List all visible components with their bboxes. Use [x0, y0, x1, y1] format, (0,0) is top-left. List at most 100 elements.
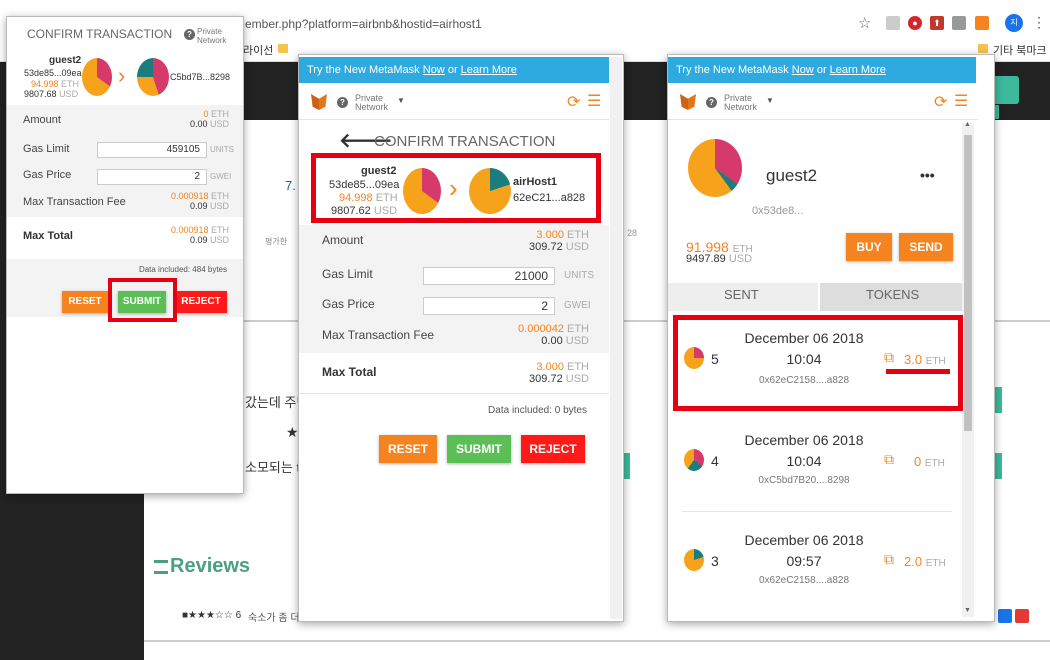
bookmark-other[interactable]: 기타 북마크	[993, 42, 1047, 58]
star-icon[interactable]: ☆	[858, 14, 871, 32]
chevron-down-icon[interactable]: ▼	[397, 96, 405, 105]
max-fee-usd: 0.09	[189, 200, 208, 211]
max-fee-label: Max Transaction Fee	[322, 328, 435, 342]
banner-now-link[interactable]: Now	[423, 64, 445, 76]
tx-address[interactable]: 0x62eC2158....a828	[724, 575, 884, 586]
banner-text: Try the New MetaMask	[307, 64, 420, 76]
menu-kebab-icon[interactable]: ⋮	[1032, 14, 1046, 31]
scroll-down-arrow[interactable]: ▼	[964, 607, 971, 614]
network-label[interactable]: Private Network	[724, 94, 764, 112]
unit: ETH	[567, 361, 589, 373]
data-included: Data included: 0 bytes	[488, 405, 587, 416]
reset-button[interactable]: RESET	[62, 291, 108, 313]
more-options-icon[interactable]: •••	[920, 167, 935, 183]
unit: USD	[565, 241, 589, 254]
tab-sent[interactable]: SENT	[668, 283, 818, 311]
highlight-box	[108, 278, 177, 322]
unit: USD	[728, 253, 753, 265]
gas-price-input[interactable]: 2	[423, 297, 555, 315]
max-total-value: 0.000918 ETH 0.09 USD	[170, 225, 229, 246]
confirm-title: CONFIRM TRANSACTION	[374, 133, 556, 150]
unit: USD	[565, 373, 589, 386]
tx-nonce: 3	[711, 553, 719, 569]
bookmark-folder-icon	[978, 44, 988, 53]
gas-limit-input[interactable]: 459105	[97, 142, 207, 158]
help-icon[interactable]: ?	[184, 29, 195, 40]
max-total-usd: 0.09	[189, 234, 208, 245]
reviews-title: Reviews	[170, 555, 251, 577]
edit-button[interactable]	[998, 609, 1012, 623]
max-fee-value: 0.000042 ETH 0.00 USD	[518, 323, 589, 347]
max-fee-label: Max Transaction Fee	[23, 196, 126, 208]
hamburger-menu-icon[interactable]: ☰	[954, 91, 968, 111]
gas-limit-input[interactable]: 21000	[423, 267, 555, 285]
unit: UNITS	[210, 145, 234, 154]
help-icon[interactable]: ?	[337, 97, 348, 108]
from-eth-value: 94.998	[31, 79, 59, 89]
chevron-down-icon[interactable]: ▼	[766, 96, 774, 105]
gas-price-input[interactable]: 2	[97, 169, 207, 185]
reject-button[interactable]: REJECT	[521, 435, 585, 463]
unit: USD	[209, 200, 229, 211]
review-line: 숙소가 좀 더	[248, 613, 300, 624]
extension-icon[interactable]	[886, 16, 900, 30]
buy-button[interactable]: BUY	[846, 233, 892, 261]
to-address: C5bd7B...8298	[170, 72, 231, 82]
address-bar[interactable]: ember.php?platform=airbnb&hostid=airhost…	[245, 17, 482, 31]
hamburger-menu-icon[interactable]: ☰	[587, 91, 601, 111]
tab-tokens[interactable]: TOKENS	[820, 283, 962, 311]
network-label[interactable]: Private Network	[197, 27, 231, 45]
tx-address[interactable]: 0xC5bd7B20....8298	[724, 475, 884, 486]
metamask-popup-confirm-2: Try the New MetaMask Now or Learn More ?…	[298, 54, 624, 622]
pdf-icon[interactable]: ⬆	[930, 16, 944, 30]
account-switch-icon[interactable]: ⟳	[934, 92, 947, 112]
scroll-up-arrow[interactable]: ▲	[964, 121, 971, 128]
submit-button[interactable]: SUBMIT	[447, 435, 511, 463]
drive-icon[interactable]	[952, 16, 966, 30]
metamask-fox-icon[interactable]	[975, 16, 989, 30]
bookmark-item[interactable]: 라이선	[243, 42, 273, 58]
from-eth: 94.998 ETH	[31, 79, 79, 89]
unit: ETH	[567, 229, 589, 241]
max-total-eth: 0.000918	[170, 225, 209, 235]
help-icon[interactable]: ?	[706, 97, 717, 108]
unit: GWEI	[564, 300, 591, 311]
tx-date: December 06 2018	[744, 532, 864, 548]
delete-button[interactable]	[1015, 609, 1029, 623]
scrollbar[interactable]	[610, 57, 622, 619]
review-meta: 28	[627, 228, 638, 238]
banner-now-link[interactable]: Now	[792, 64, 814, 76]
unit: ETH	[211, 191, 229, 201]
profile-avatar[interactable]: 지	[1005, 14, 1023, 32]
amount-eth: 0	[203, 109, 209, 119]
scrollbar-thumb[interactable]	[964, 135, 972, 431]
metamask-fox-icon	[311, 94, 327, 110]
account-switch-icon[interactable]: ⟳	[567, 92, 580, 112]
amount-usd: 0.00	[189, 118, 208, 129]
network-label[interactable]: Private Network	[355, 94, 395, 112]
copy-icon[interactable]: ⧉	[884, 551, 894, 568]
send-button[interactable]: SEND	[899, 233, 953, 261]
copy-icon[interactable]: ⧉	[884, 451, 894, 468]
tx-identicon	[684, 549, 704, 571]
side-button[interactable]	[994, 387, 1002, 413]
tx-date: December 06 2018	[744, 432, 864, 448]
banner-learn-more-link[interactable]: Learn More	[461, 64, 517, 76]
banner-or: or	[447, 64, 458, 76]
amount-label: Amount	[322, 233, 364, 247]
unit: ETH	[924, 458, 945, 469]
max-total-label: Max Total	[322, 365, 377, 379]
reset-button[interactable]: RESET	[379, 435, 437, 463]
banner-learn-more-link[interactable]: Learn More	[830, 64, 886, 76]
adblock-icon[interactable]: ●	[908, 16, 922, 30]
account-address[interactable]: 0x53de8...	[752, 205, 803, 217]
metamask-popup-account: Try the New MetaMask Now or Learn More ?…	[667, 54, 995, 622]
gas-price-label: Gas Price	[322, 297, 375, 311]
from-usd: 9807.68 USD	[24, 89, 78, 99]
gas-limit-label: Gas Limit	[23, 143, 70, 155]
metamask-fox-icon	[680, 94, 696, 110]
side-button[interactable]	[994, 453, 1002, 479]
reject-button[interactable]: REJECT	[175, 291, 227, 313]
max-total-value: 3.000 ETH 309.72 USD	[529, 361, 589, 385]
tx-amount-value: 2.0	[904, 554, 923, 569]
